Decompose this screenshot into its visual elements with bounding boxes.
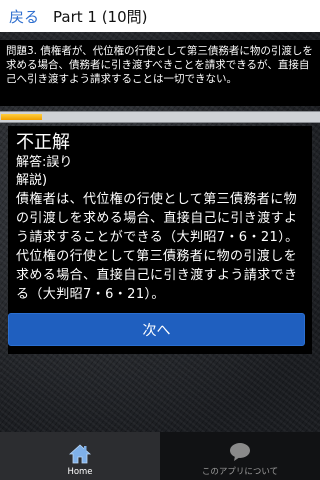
explanation-text: 債権者は、代位権の行使として第三債務者に物の引渡しを求める場合、直接自己に引き渡… bbox=[16, 192, 299, 302]
progress-bar bbox=[0, 111, 320, 123]
page-title: Part 1 (10問) bbox=[53, 7, 148, 26]
progress-fill bbox=[1, 114, 42, 120]
nav-label-home: Home bbox=[67, 467, 93, 477]
next-button[interactable]: 次へ bbox=[8, 313, 305, 346]
question-text: 問題3. 債権者が、代位権の行使として第三債務者に物の引渡しを求める場合、債務者… bbox=[6, 45, 313, 85]
question-box: 問題3. 債権者が、代位権の行使として第三債務者に物の引渡しを求める場合、債務者… bbox=[0, 40, 320, 106]
nav-item-home[interactable]: Home bbox=[0, 432, 160, 480]
answer-line: 解答:誤り bbox=[16, 155, 73, 170]
nav-label-about: このアプリについて bbox=[201, 467, 279, 477]
speech-bubble-icon bbox=[230, 443, 250, 461]
verdict-text: 不正解 bbox=[16, 132, 70, 153]
back-button[interactable]: 戻る bbox=[9, 6, 39, 27]
app-header: 戻る Part 1 (10問) bbox=[0, 0, 320, 32]
nav-item-about[interactable]: このアプリについて bbox=[160, 432, 320, 480]
bottom-nav: Home このアプリについて bbox=[0, 432, 320, 480]
explanation-label: 解説) bbox=[16, 173, 48, 188]
home-icon bbox=[69, 444, 91, 464]
